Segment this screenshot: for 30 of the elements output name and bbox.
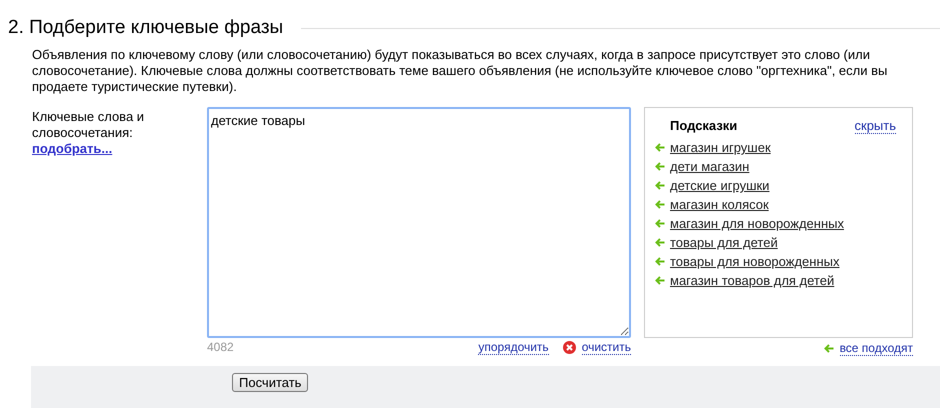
hide-link[interactable]: скрыть <box>854 118 896 134</box>
pick-link[interactable]: подобрать... <box>32 141 112 156</box>
hint-link[interactable]: дети магазин <box>670 159 750 174</box>
arrow-left-icon[interactable] <box>655 238 665 247</box>
hint-link[interactable]: магазин колясок <box>670 197 769 212</box>
calculate-button[interactable]: Посчитать <box>232 373 308 392</box>
hint-link[interactable]: товары для новорожденных <box>670 254 840 269</box>
arrow-left-icon[interactable] <box>655 276 665 285</box>
arrow-left-icon[interactable] <box>655 257 665 266</box>
sort-link[interactable]: упорядочить <box>478 340 549 355</box>
accept-all-link[interactable]: все подходят <box>840 341 913 356</box>
description-text: Объявления по ключевому слову (или словосочетанию) будут показываться во всех случаях, когда в запросе присутствует это слово (или словосочетание). Ключевые слова должны соответствовать теме вашего объявления (не используйте ключевое слово "оргтехника", если вы продаете туристические путевки). <box>32 47 888 95</box>
field-label: Ключевые слова и словосочетания: <box>32 109 146 141</box>
arrow-left-icon[interactable] <box>655 162 665 171</box>
hint-link[interactable]: магазин игрушек <box>670 140 771 155</box>
clear-icon[interactable] <box>562 341 576 354</box>
hint-link[interactable]: магазин для новорожденных <box>670 216 844 231</box>
arrow-left-icon[interactable] <box>655 200 665 209</box>
hint-link[interactable]: магазин товаров для детей <box>670 273 834 288</box>
clear-link[interactable]: очистить <box>582 340 631 355</box>
keywords-field[interactable]: детские товары <box>207 107 631 338</box>
arrow-left-icon[interactable] <box>655 181 665 190</box>
arrow-left-icon[interactable] <box>655 219 665 228</box>
hint-link[interactable]: товары для детей <box>670 235 778 250</box>
hint-link[interactable]: детские игрушки <box>670 178 770 193</box>
arrow-left-icon[interactable] <box>824 344 834 353</box>
character-counter: 4082 <box>207 340 234 355</box>
hints-title: Подсказки <box>670 118 738 134</box>
section-heading: 2. Подберите ключевые фразы <box>8 17 284 39</box>
arrow-left-icon[interactable] <box>655 143 665 152</box>
